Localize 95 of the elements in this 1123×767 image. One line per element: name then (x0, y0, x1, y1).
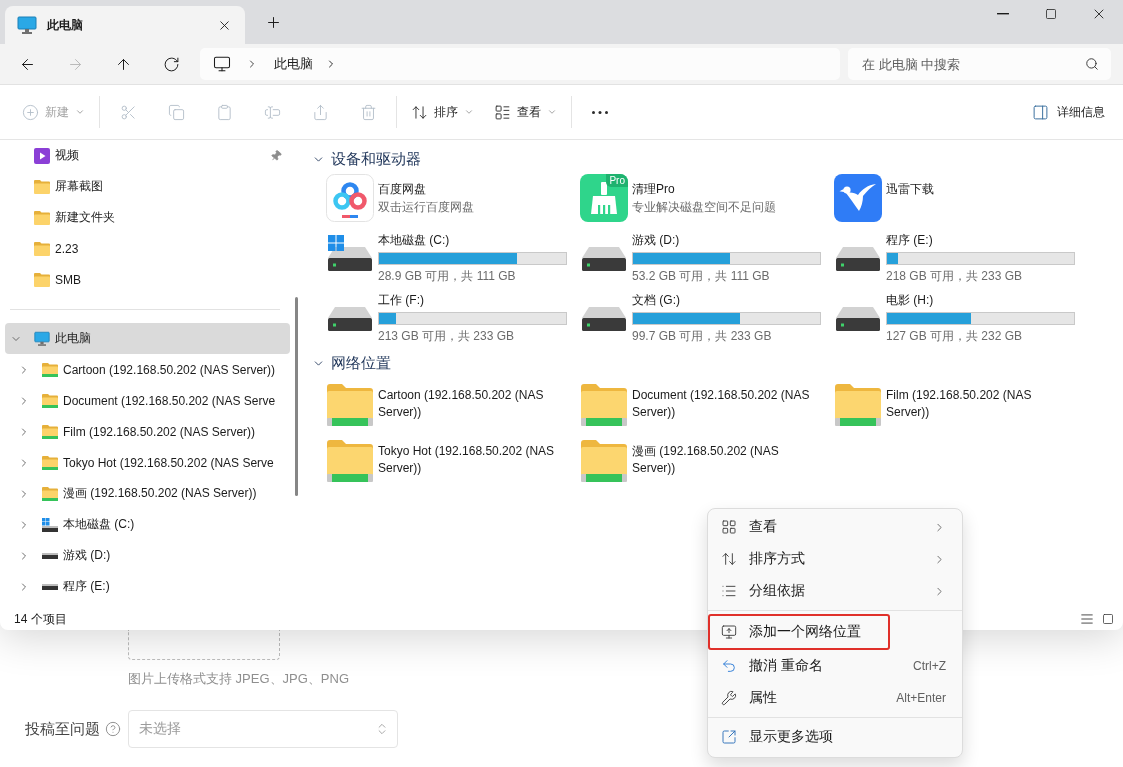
network-folder-icon (42, 486, 58, 501)
app-description: 专业解决磁盘空间不足问题 (632, 199, 776, 215)
network-folder-icon (42, 424, 58, 439)
section-header[interactable]: 网络位置 (312, 349, 397, 377)
tree-item[interactable]: Document (192.168.50.202 (NAS Serve (5, 385, 290, 416)
folder-icon (34, 272, 50, 287)
network-folder-icon (42, 455, 58, 470)
tree-item[interactable]: 游戏 (D:) (5, 540, 290, 571)
video-icon (34, 147, 50, 164)
nav-item[interactable]: 视频 (5, 140, 290, 171)
view-button[interactable]: 查看 (486, 95, 565, 129)
up-down-arrows-icon (721, 551, 737, 567)
drive-name: 电影 (H:) (886, 293, 934, 307)
nav-item[interactable]: SMB (5, 264, 290, 295)
item-count: 14 个项目 (14, 610, 67, 628)
undo-icon (721, 658, 737, 674)
computer-icon (34, 330, 50, 347)
folder-icon (34, 179, 50, 194)
section-header[interactable]: 设备和驱动器 (312, 145, 427, 173)
tree-item[interactable]: 本地磁盘 (C:) (5, 509, 290, 540)
field-label: 投稿至问题 (25, 719, 100, 739)
drive-name: 文档 (G:) (632, 293, 680, 307)
folder-name: Film (192.168.50.202 (NAS Server)) (886, 387, 1033, 421)
details-button[interactable]: 详细信息 (1024, 95, 1113, 129)
breadcrumb[interactable]: 此电脑 (266, 51, 321, 77)
tree-item[interactable]: Film (192.168.50.202 (NAS Server)) (5, 416, 290, 447)
nav-item[interactable]: 屏幕截图 (5, 171, 290, 202)
network-folder-icon (835, 384, 881, 426)
app-name: 清理Pro (632, 181, 675, 197)
nav-item[interactable]: 新建文件夹 (5, 202, 290, 233)
network-folder-icon (581, 384, 627, 426)
drive-name: 本地磁盘 (C:) (378, 233, 450, 247)
folder-name: Cartoon (192.168.50.202 (NAS Server)) (378, 387, 545, 421)
drive-name: 游戏 (D:) (632, 233, 680, 247)
free-space-text: 99.7 GB 可用，共 233 GB (632, 328, 772, 344)
network-folder-icon (581, 440, 627, 482)
sort-button[interactable]: 排序 (403, 95, 482, 129)
free-space-text: 213 GB 可用，共 233 GB (378, 328, 515, 344)
broom-app-icon (580, 174, 628, 222)
network-folder-icon (327, 384, 373, 426)
tree-item[interactable]: 漫画 (192.168.50.202 (NAS Server)) (5, 478, 290, 509)
menu-item[interactable]: 分组依据 (708, 575, 962, 607)
rings-app-icon (326, 174, 374, 222)
free-space-text: 127 GB 可用，共 232 GB (886, 328, 1023, 344)
external-link-icon (721, 729, 737, 745)
upload-hint: 图片上传格式支持 JPEG、JPG、PNG (128, 671, 350, 687)
search-field[interactable]: 在 此电脑 中搜索 (848, 48, 1111, 80)
help-icon[interactable] (105, 721, 121, 737)
tree-item[interactable]: 此电脑 (5, 323, 290, 354)
maximize-icon (1045, 8, 1057, 20)
monitor-icon (721, 624, 737, 640)
free-space-text: 53.2 GB 可用，共 111 GB (632, 268, 770, 284)
tile-view-icon[interactable] (1102, 613, 1114, 625)
list-view-icon[interactable] (1080, 612, 1094, 626)
drive-name: 程序 (E:) (886, 233, 933, 247)
folder-name: 漫画 (192.168.50.202 (NAS Server)) (632, 443, 780, 477)
folder-name: Document (192.168.50.202 (NAS Server)) (632, 387, 811, 421)
monitor-icon (213, 55, 231, 73)
menu-item[interactable]: 排序方式 (708, 543, 962, 575)
menu-item[interactable]: 属性 Alt+Enter (708, 682, 962, 714)
list-icon (721, 583, 737, 599)
side-panel-icon (1032, 103, 1049, 121)
network-folder-icon (42, 362, 58, 377)
app-name: 迅雷下载 (886, 181, 934, 197)
scrollbar-thumb[interactable] (295, 297, 298, 496)
nav-item[interactable]: 2.23 (5, 233, 290, 264)
network-folder-icon (327, 440, 373, 482)
tree-item[interactable]: Tokyo Hot (192.168.50.202 (NAS Serve (5, 447, 290, 478)
tab[interactable]: 此电脑 (5, 6, 245, 44)
bird-app-icon (834, 174, 882, 222)
folder-name: Tokyo Hot (192.168.50.202 (NAS Server)) (378, 443, 556, 477)
menu-item[interactable]: 添加一个网络位置 (708, 614, 890, 650)
address-bar[interactable]: 此电脑 (200, 48, 840, 80)
tree-item[interactable]: Cartoon (192.168.50.202 (NAS Server)) (5, 354, 290, 385)
shortcut-label: Ctrl+Z (913, 659, 946, 673)
upload-area[interactable] (128, 630, 280, 660)
free-space-text: 218 GB 可用，共 233 GB (886, 268, 1023, 284)
shortcut-label: Alt+Enter (896, 691, 946, 705)
menu-item[interactable]: 查看 (708, 511, 962, 543)
search-icon (1085, 57, 1099, 71)
pro-badge: Pro (606, 174, 628, 187)
app-description: 双击运行百度网盘 (378, 199, 474, 215)
drive-name: 工作 (F:) (378, 293, 424, 307)
tree-item[interactable]: 程序 (E:) (5, 571, 290, 602)
wrench-icon (721, 690, 737, 706)
free-space-text: 28.9 GB 可用，共 111 GB (378, 268, 516, 284)
folder-icon (34, 210, 50, 225)
network-folder-icon (42, 393, 58, 408)
menu-item[interactable]: 显示更多选项 (708, 721, 962, 753)
minimize-icon (997, 13, 1009, 15)
computer-icon (17, 16, 37, 34)
folder-icon (34, 241, 50, 256)
menu-item[interactable]: 撤消 重命名 Ctrl+Z (708, 650, 962, 682)
grid-icon (721, 519, 737, 535)
app-name: 百度网盘 (378, 181, 426, 197)
